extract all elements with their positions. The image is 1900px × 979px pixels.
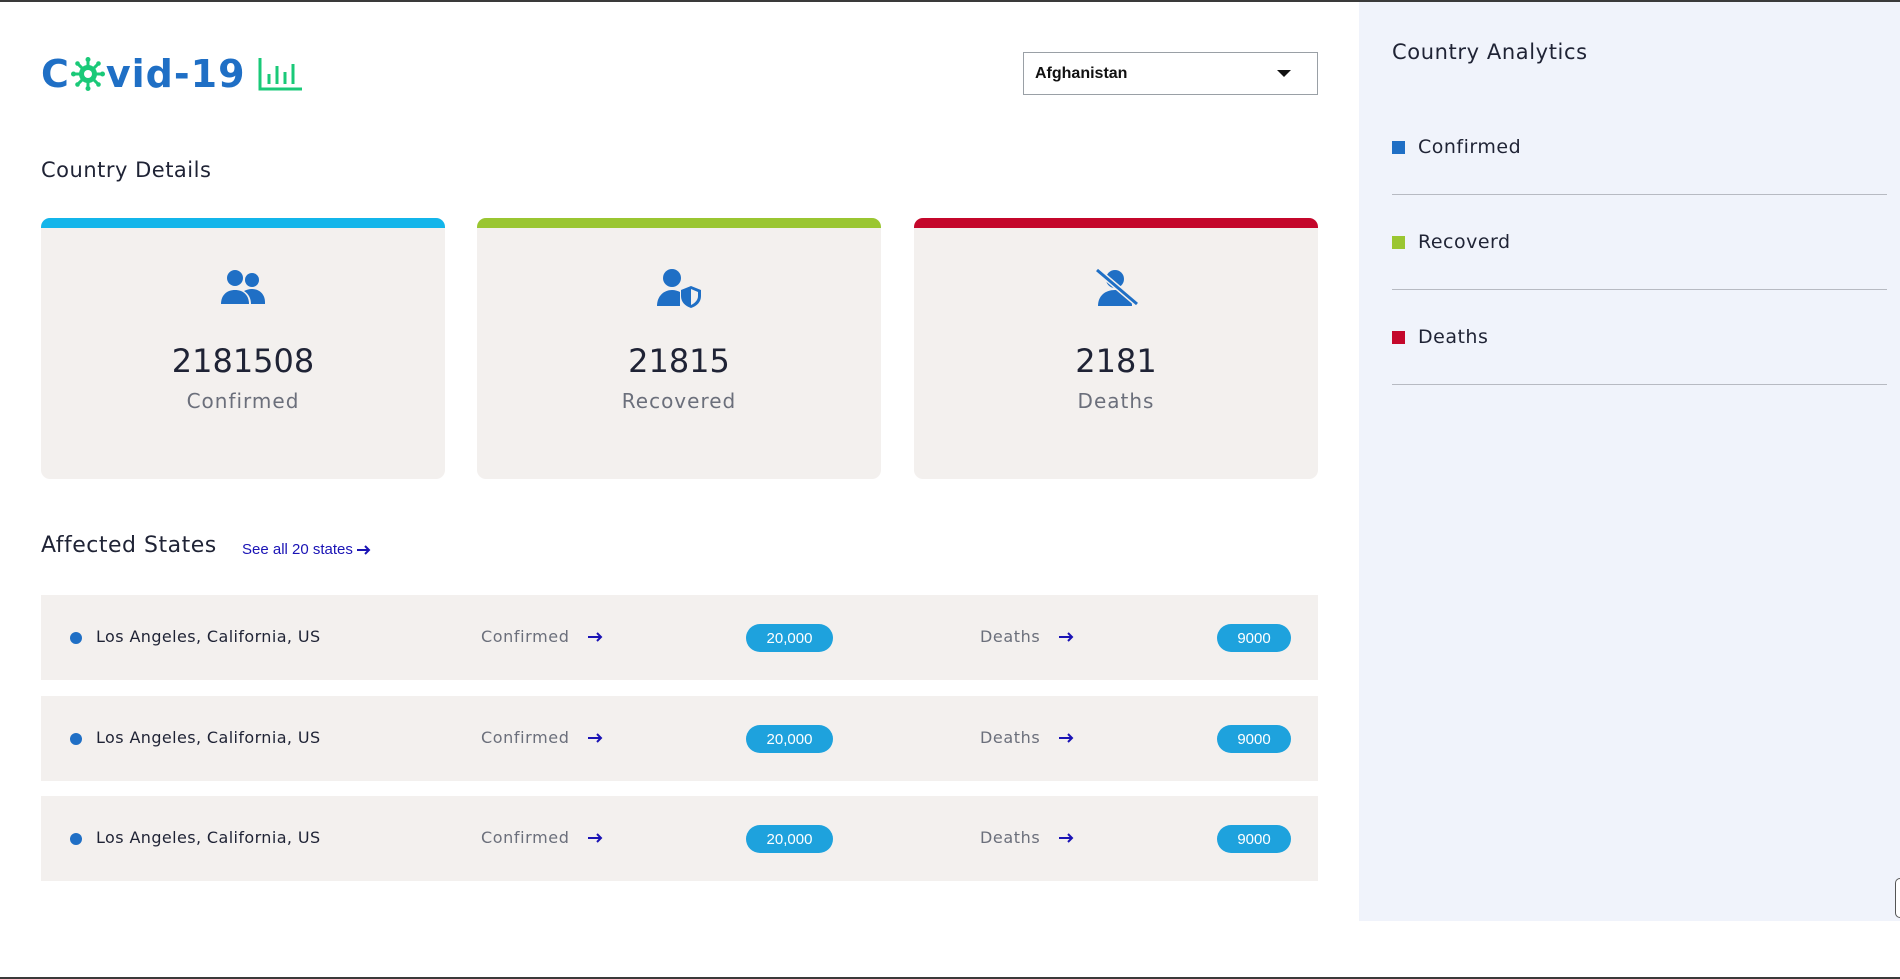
bar-chart-icon	[258, 58, 302, 91]
arrow-right-icon	[356, 544, 371, 555]
state-deaths-badge: 9000	[1217, 624, 1291, 652]
confirmed-card-value: 2181508	[171, 342, 315, 380]
state-deaths-label: Deaths	[980, 828, 1041, 847]
arrow-right-icon	[588, 732, 603, 743]
recovered-card: 21815 Recovered	[477, 218, 881, 479]
virus-icon	[70, 57, 105, 91]
user-slash-icon	[1095, 268, 1139, 307]
legend-label-deaths: Deaths	[1418, 326, 1489, 348]
confirmed-card-bar	[41, 218, 445, 228]
recovered-card-value: 21815	[628, 342, 730, 380]
affected-states-title: Affected States	[41, 533, 217, 558]
recovered-card-label: Recovered	[621, 389, 737, 413]
legend-swatch-deaths	[1392, 331, 1405, 344]
state-row[interactable]: Los Angeles, California, US Confirmed 20…	[41, 696, 1318, 781]
state-deaths-metric: Deaths	[980, 627, 1076, 646]
logo-text: C vid-19	[41, 52, 246, 96]
resize-handle[interactable]	[1895, 878, 1900, 918]
country-analytics-panel: Country Analytics Confirmed Recoverd Dea…	[1359, 2, 1900, 921]
state-confirmed-label: Confirmed	[481, 728, 570, 747]
country-details-title: Country Details	[41, 158, 212, 182]
arrow-right-icon	[1059, 732, 1074, 743]
state-deaths-badge: 9000	[1217, 725, 1291, 753]
users-icon	[221, 270, 265, 304]
state-name: Los Angeles, California, US	[96, 728, 321, 747]
arrow-right-icon	[588, 631, 603, 642]
state-dot-icon	[70, 632, 82, 644]
confirmed-card-label: Confirmed	[186, 389, 300, 413]
logo-text-suffix: vid-19	[105, 52, 246, 96]
recovered-card-bar	[477, 218, 881, 228]
state-confirmed-badge: 20,000	[746, 825, 833, 853]
legend-swatch-recovered	[1392, 236, 1405, 249]
legend-item-recovered: Recoverd	[1392, 195, 1887, 290]
logo-text-prefix: C	[41, 52, 70, 96]
state-row[interactable]: Los Angeles, California, US Confirmed 20…	[41, 796, 1318, 881]
see-all-states-label: See all 20 states	[242, 541, 353, 558]
confirmed-card: 2181508 Confirmed	[41, 218, 445, 479]
state-confirmed-metric: Confirmed	[481, 627, 605, 646]
app-logo[interactable]: C vid-19	[41, 52, 304, 96]
deaths-card-bar	[914, 218, 1318, 228]
stat-cards: 2181508 Confirmed 21815 Recovered 2181 D…	[41, 218, 1318, 479]
legend-label-confirmed: Confirmed	[1418, 136, 1522, 158]
see-all-states-link[interactable]: See all 20 states	[242, 541, 371, 558]
state-deaths-label: Deaths	[980, 728, 1041, 747]
state-confirmed-metric: Confirmed	[481, 728, 605, 747]
state-confirmed-metric: Confirmed	[481, 828, 605, 847]
country-select-value: Afghanistan	[1035, 64, 1128, 82]
state-deaths-metric: Deaths	[980, 828, 1076, 847]
state-confirmed-label: Confirmed	[481, 627, 570, 646]
state-row[interactable]: Los Angeles, California, US Confirmed 20…	[41, 595, 1318, 680]
caret-down-icon	[1277, 70, 1291, 77]
state-confirmed-badge: 20,000	[746, 725, 833, 753]
country-analytics-title: Country Analytics	[1392, 40, 1588, 64]
state-deaths-badge: 9000	[1217, 825, 1291, 853]
deaths-card-label: Deaths	[1077, 389, 1155, 413]
state-confirmed-badge: 20,000	[746, 624, 833, 652]
state-name: Los Angeles, California, US	[96, 627, 321, 646]
state-dot-icon	[70, 733, 82, 745]
arrow-right-icon	[1059, 631, 1074, 642]
main-content: C vid-19 Afghanistan Country Details 218…	[41, 2, 1318, 979]
legend-swatch-confirmed	[1392, 141, 1405, 154]
state-confirmed-label: Confirmed	[481, 828, 570, 847]
state-deaths-metric: Deaths	[980, 728, 1076, 747]
legend-item-deaths: Deaths	[1392, 290, 1887, 385]
deaths-card: 2181 Deaths	[914, 218, 1318, 479]
state-name: Los Angeles, California, US	[96, 828, 321, 847]
deaths-card-value: 2181	[1075, 342, 1157, 380]
user-shield-icon	[657, 269, 701, 308]
state-deaths-label: Deaths	[980, 627, 1041, 646]
state-dot-icon	[70, 833, 82, 845]
legend-label-recovered: Recoverd	[1418, 231, 1511, 253]
country-select[interactable]: Afghanistan	[1023, 52, 1318, 95]
legend-item-confirmed: Confirmed	[1392, 100, 1887, 195]
arrow-right-icon	[1059, 832, 1074, 843]
arrow-right-icon	[588, 832, 603, 843]
